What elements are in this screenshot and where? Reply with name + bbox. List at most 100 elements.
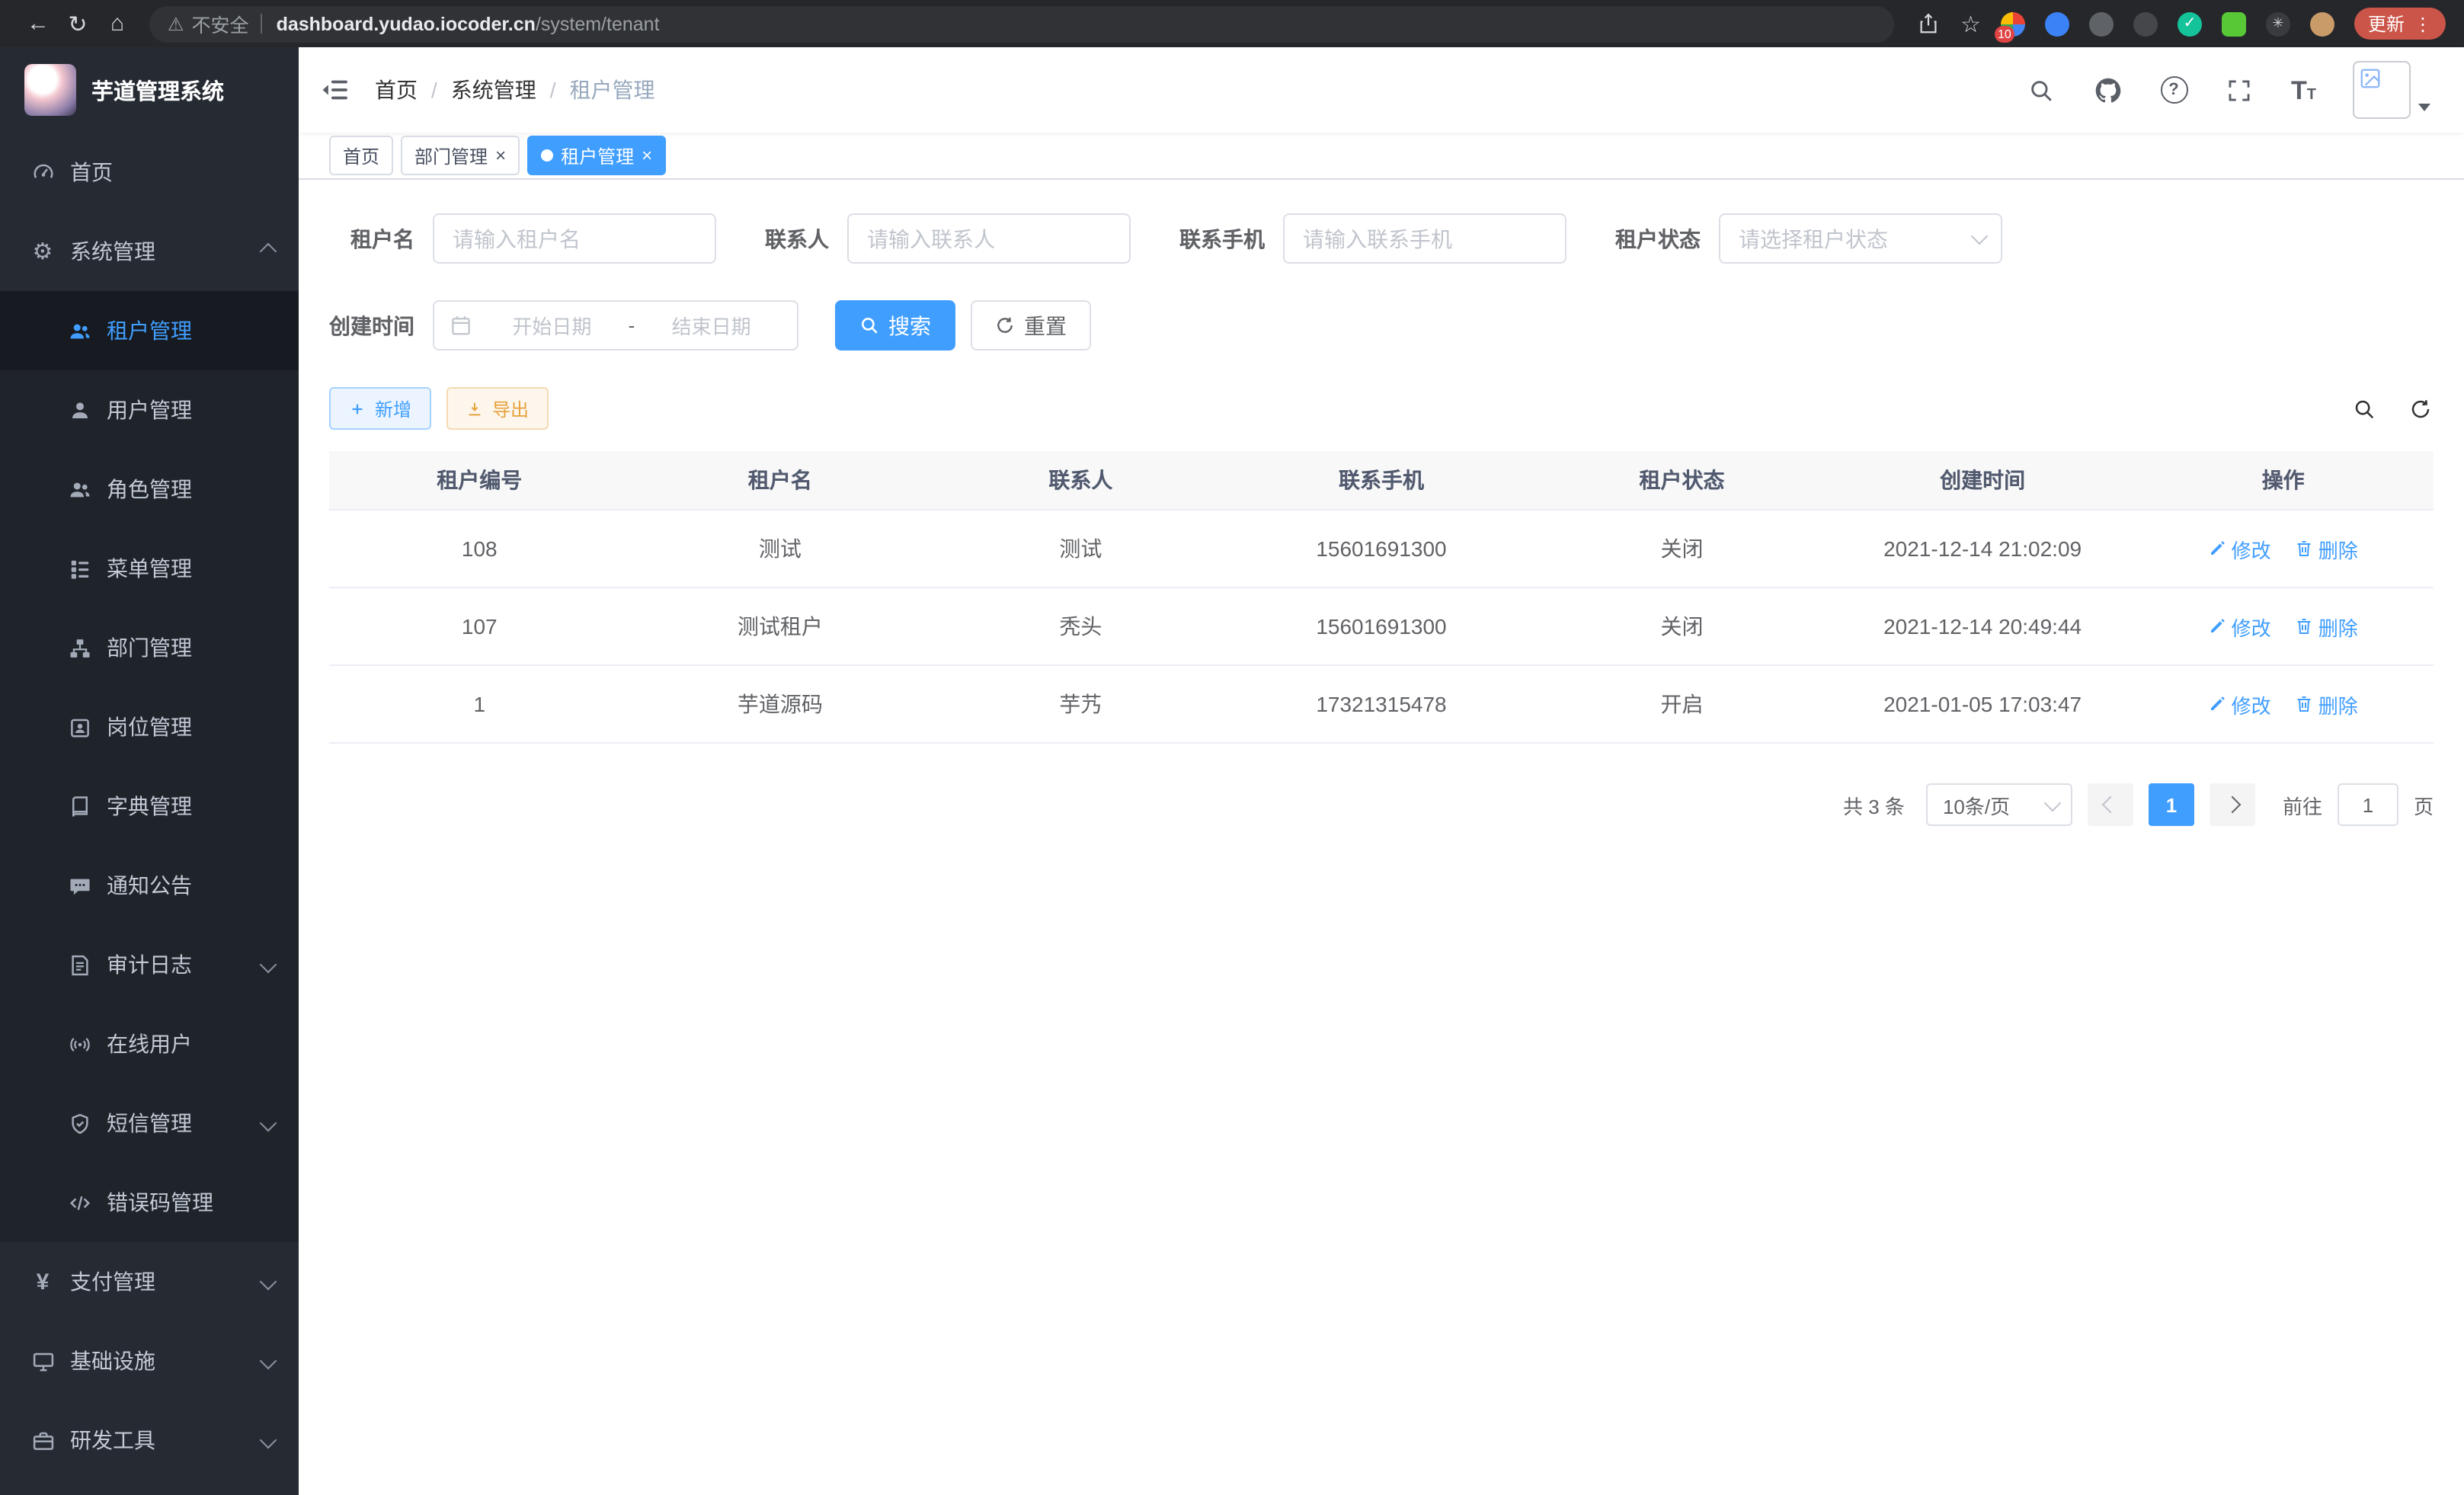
users-icon (67, 477, 91, 501)
github-icon[interactable] (2093, 75, 2123, 105)
search-button[interactable]: 搜索 (835, 300, 955, 351)
sidebar-item-label: 基础设施 (70, 1346, 155, 1376)
page-number-current[interactable]: 1 (2149, 783, 2194, 826)
org-tree-icon (67, 635, 91, 660)
browser-update-button[interactable]: 更新 ⋮ (2354, 8, 2446, 40)
prev-page-button[interactable] (2088, 783, 2133, 826)
close-icon[interactable]: × (495, 146, 506, 165)
start-date-placeholder[interactable]: 开始日期 (482, 311, 622, 340)
add-button[interactable]: 新增 (329, 387, 431, 430)
extension-gray-icon[interactable] (2089, 11, 2114, 36)
sidebar-item-audit-log[interactable]: 审计日志 (0, 925, 299, 1004)
help-icon[interactable]: ? (2160, 76, 2187, 104)
col-tenant-name: 租户名 (630, 451, 931, 510)
delete-button[interactable]: 删除 (2296, 534, 2358, 563)
font-size-icon[interactable]: TT (2291, 77, 2316, 103)
caret-down-icon (2418, 104, 2430, 111)
fullscreen-icon[interactable] (2224, 75, 2254, 105)
top-navbar: 首页 / 系统管理 / 租户管理 ? (299, 47, 2464, 133)
sidebar-item-online-users[interactable]: 在线用户 (0, 1004, 299, 1084)
tab-dept-management[interactable]: 部门管理 × (401, 136, 520, 175)
address-bar[interactable]: ⚠ 不安全 dashboard.yudao.iocoder.cn/system/… (149, 5, 1893, 42)
sidebar-item-error-code-management[interactable]: 错误码管理 (0, 1163, 299, 1242)
sidebar-item-system-management[interactable]: ⚙ 系统管理 (0, 212, 299, 291)
extension-green-check-icon[interactable]: ✓ (2178, 11, 2202, 36)
tab-home[interactable]: 首页 (329, 136, 393, 175)
reload-icon[interactable]: ↻ (58, 10, 98, 37)
sidebar-item-post-management[interactable]: 岗位管理 (0, 687, 299, 767)
breadcrumb-system-management[interactable]: 系统管理 (451, 75, 536, 105)
sidebar: 芋道管理系统 首页 ⚙ 系统管理 租户管理 用户管 (0, 47, 299, 1495)
avatar[interactable] (2353, 61, 2411, 119)
col-actions: 操作 (2133, 451, 2434, 510)
sidebar-item-dept-management[interactable]: 部门管理 (0, 608, 299, 687)
chevron-down-icon (1971, 228, 1989, 245)
status-label: 租户状态 (1615, 223, 1701, 254)
breadcrumb-current: 租户管理 (570, 75, 655, 105)
col-contact: 联系人 (930, 451, 1231, 510)
status-select[interactable]: 请选择租户状态 (1719, 213, 2002, 264)
tenant-name-input[interactable] (433, 213, 716, 264)
breadcrumb-separator: / (550, 78, 556, 102)
sidebar-item-infrastructure[interactable]: 基础设施 (0, 1321, 299, 1401)
sidebar-item-notice[interactable]: 通知公告 (0, 846, 299, 925)
gear-icon: ⚙ (30, 239, 55, 264)
export-button[interactable]: 导出 (446, 387, 549, 430)
user-icon (67, 398, 91, 422)
page-size-select[interactable]: 10条/页 (1926, 783, 2072, 826)
sidebar-item-dict-management[interactable]: 字典管理 (0, 767, 299, 846)
warning-icon: ⚠ (168, 13, 184, 34)
bookmark-star-icon[interactable]: ☆ (1960, 10, 1981, 37)
edit-button[interactable]: 修改 (2209, 690, 2271, 719)
extension-dark-icon[interactable] (2133, 11, 2158, 36)
extension-blue-icon[interactable] (2045, 11, 2069, 36)
cell-tenant-name: 测试租户 (630, 587, 931, 665)
sidebar-item-label: 支付管理 (70, 1266, 155, 1297)
sidebar-item-role-management[interactable]: 角色管理 (0, 450, 299, 529)
sidebar-item-payment-management[interactable]: ¥ 支付管理 (0, 1242, 299, 1321)
security-label[interactable]: 不安全 (192, 9, 249, 38)
chevron-down-icon (260, 1432, 277, 1449)
toggle-search-icon[interactable] (2351, 395, 2377, 421)
share-icon[interactable] (1915, 11, 1941, 37)
sidebar-item-menu-management[interactable]: 菜单管理 (0, 529, 299, 608)
profile-avatar-icon[interactable] (2310, 11, 2334, 36)
chevron-down-icon (260, 1115, 277, 1132)
sidebar-toggle-icon[interactable] (320, 75, 350, 105)
edit-button[interactable]: 修改 (2209, 612, 2271, 641)
main-area: 首页 / 系统管理 / 租户管理 ? (299, 47, 2464, 1495)
cell-status: 开启 (1531, 665, 1832, 743)
screen: ← ↻ ⌂ ⚠ 不安全 dashboard.yudao.iocoder.cn/s… (0, 0, 2464, 1495)
sidebar-item-tenant-management[interactable]: 租户管理 (0, 291, 299, 370)
end-date-placeholder[interactable]: 结束日期 (641, 311, 782, 340)
next-page-button[interactable] (2210, 783, 2255, 826)
sidebar-item-label: 首页 (70, 157, 113, 187)
extension-colorful-icon[interactable]: 10 (2001, 11, 2025, 36)
tab-tenant-management[interactable]: 租户管理 × (527, 136, 666, 175)
extension-green-square-icon[interactable] (2222, 11, 2246, 36)
close-icon[interactable]: × (642, 146, 652, 165)
edit-button[interactable]: 修改 (2209, 534, 2271, 563)
reset-button[interactable]: 重置 (971, 300, 1091, 351)
search-icon[interactable] (2026, 75, 2056, 105)
delete-button[interactable]: 删除 (2296, 690, 2358, 719)
sidebar-item-home[interactable]: 首页 (0, 133, 299, 212)
breadcrumb-home[interactable]: 首页 (375, 75, 418, 105)
extension-pinwheel-icon[interactable]: ✳ (2266, 11, 2290, 36)
contact-input[interactable] (847, 213, 1131, 264)
back-icon[interactable]: ← (18, 11, 58, 37)
user-menu[interactable] (2353, 61, 2430, 119)
home-icon[interactable]: ⌂ (98, 11, 137, 37)
shield-icon (67, 1111, 91, 1135)
sidebar-item-dev-tools[interactable]: 研发工具 (0, 1401, 299, 1480)
chevron-down-icon (260, 1273, 277, 1291)
mobile-input[interactable] (1283, 213, 1566, 264)
goto-page-input[interactable] (2338, 783, 2398, 826)
refresh-icon[interactable] (2408, 395, 2434, 421)
sidebar-item-user-management[interactable]: 用户管理 (0, 370, 299, 450)
date-range-picker[interactable]: 开始日期 - 结束日期 (433, 300, 798, 351)
delete-button[interactable]: 删除 (2296, 612, 2358, 641)
browser-menu-icon[interactable]: ⋮ (2414, 13, 2432, 34)
pagination: 共 3 条 10条/页 1 前往 页 (329, 783, 2434, 826)
sidebar-item-sms-management[interactable]: 短信管理 (0, 1084, 299, 1163)
